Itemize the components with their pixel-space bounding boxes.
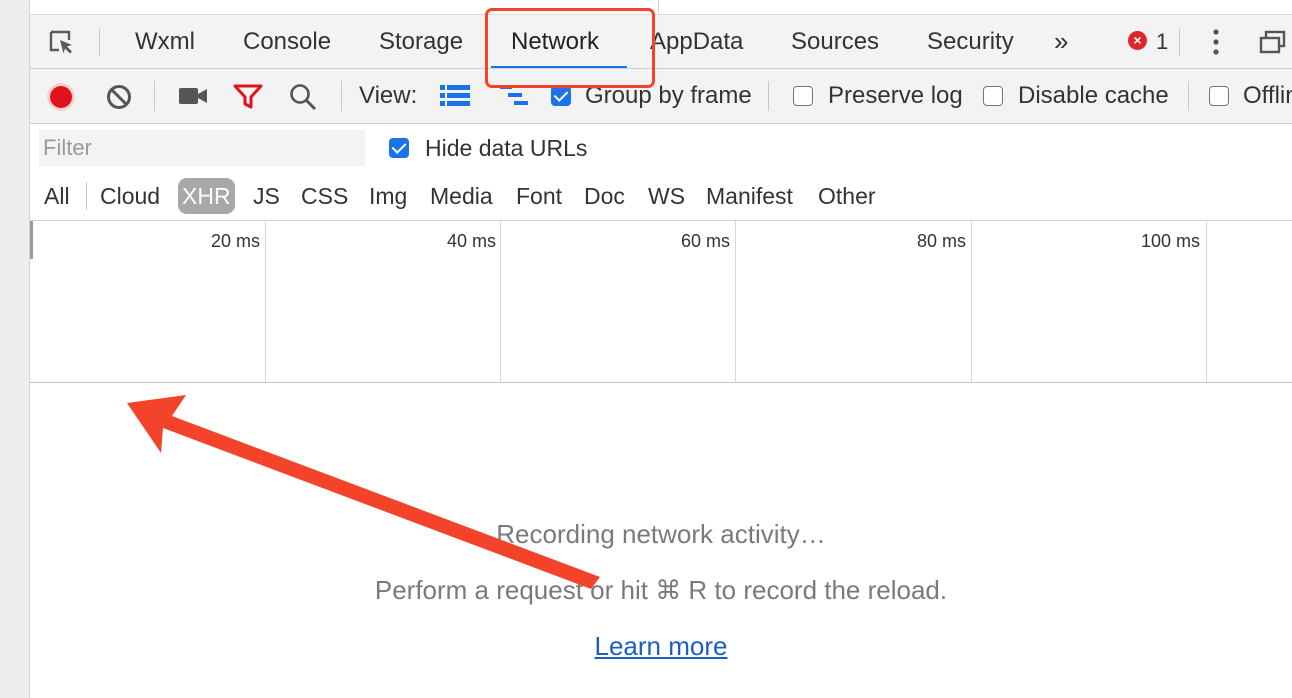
resource-type-filters: All Cloud XHR JS CSS Img Media Font Doc …	[30, 172, 1292, 221]
type-filter-ws[interactable]: WS	[648, 178, 685, 214]
timeline-tick: 40 ms	[446, 231, 496, 251]
tab-console[interactable]: Console	[243, 15, 331, 68]
network-empty-state: Recording network activity… Perform a re…	[30, 383, 1292, 698]
clear-icon[interactable]	[106, 84, 132, 110]
type-filter-media[interactable]: Media	[430, 178, 493, 214]
timeline-overview[interactable]: 20 ms 40 ms 60 ms 80 ms 100 ms	[30, 221, 1292, 383]
tab-divider	[1179, 28, 1180, 56]
type-divider	[86, 182, 87, 210]
error-icon[interactable]: ×	[1128, 31, 1147, 50]
top-divider	[658, 0, 659, 14]
record-button[interactable]	[46, 82, 76, 112]
tab-security[interactable]: Security	[927, 15, 1014, 68]
tab-sources[interactable]: Sources	[791, 15, 879, 68]
timeline-tick: 60 ms	[680, 231, 730, 251]
offline-label: Offlin	[1243, 82, 1292, 109]
preserve-log-label: Preserve log	[828, 82, 963, 109]
group-by-frame-checkbox[interactable]	[551, 86, 571, 106]
offline-checkbox[interactable]	[1209, 86, 1229, 106]
type-filter-cloud[interactable]: Cloud	[100, 178, 160, 214]
tab-storage[interactable]: Storage	[379, 15, 463, 68]
toolbar-divider	[341, 81, 342, 111]
left-gutter	[0, 0, 30, 698]
inspect-element-icon[interactable]	[48, 29, 76, 57]
hide-data-urls-checkbox[interactable]	[389, 138, 409, 158]
top-strip	[30, 0, 1292, 15]
type-filter-xhr[interactable]: XHR	[178, 178, 235, 214]
view-label: View:	[359, 82, 418, 109]
type-filter-other[interactable]: Other	[818, 178, 876, 214]
type-filter-css[interactable]: CSS	[301, 178, 348, 214]
timeline-gridline	[500, 221, 501, 382]
tab-appdata[interactable]: AppData	[650, 15, 743, 68]
type-filter-manifest[interactable]: Manifest	[706, 178, 793, 214]
recording-message: Recording network activity…	[496, 519, 826, 549]
type-filter-font[interactable]: Font	[516, 178, 562, 214]
learn-more-link[interactable]: Learn more	[595, 631, 728, 661]
preserve-log-checkbox[interactable]	[793, 86, 813, 106]
timeline-gridline	[265, 221, 266, 382]
tab-wxml[interactable]: Wxml	[135, 15, 195, 68]
dock-icon[interactable]	[1258, 29, 1288, 55]
timeline-gridline	[1206, 221, 1207, 382]
timeline-tick: 80 ms	[916, 231, 966, 251]
kebab-menu-icon[interactable]	[1212, 27, 1220, 57]
tab-divider	[99, 28, 100, 56]
large-rows-icon[interactable]	[440, 84, 470, 108]
timeline-tick: 100 ms	[1140, 231, 1200, 251]
hide-data-urls-label: Hide data URLs	[425, 135, 588, 161]
network-tab-highlight	[485, 8, 655, 88]
filter-input[interactable]	[39, 130, 365, 166]
network-toolbar: View: Group by frame Preserve log Disabl…	[30, 69, 1292, 124]
timeline-gridline	[971, 221, 972, 382]
devtools-tab-bar: Wxml Console Storage Network AppData Sou…	[30, 15, 1292, 69]
type-filter-doc[interactable]: Doc	[584, 178, 625, 214]
timeline-tick: 20 ms	[210, 231, 260, 251]
timeline-selection-handle[interactable]	[30, 221, 33, 259]
error-count[interactable]: 1	[1156, 15, 1168, 68]
disable-cache-checkbox[interactable]	[983, 86, 1003, 106]
filter-row: Hide data URLs	[30, 124, 1292, 172]
search-icon[interactable]	[289, 83, 317, 111]
toolbar-divider	[154, 81, 155, 111]
type-filter-all[interactable]: All	[44, 178, 70, 214]
reload-hint: Perform a request or hit ⌘ R to record t…	[374, 575, 948, 605]
type-filter-js[interactable]: JS	[253, 178, 280, 214]
toolbar-divider	[768, 81, 769, 111]
filter-funnel-icon[interactable]	[233, 84, 263, 110]
type-filter-img[interactable]: Img	[369, 178, 407, 214]
toolbar-divider	[1188, 81, 1189, 111]
disable-cache-label: Disable cache	[1018, 82, 1169, 109]
screenshot-camera-icon[interactable]	[178, 86, 208, 106]
more-tabs-button[interactable]: »	[1054, 15, 1068, 68]
timeline-gridline	[735, 221, 736, 382]
